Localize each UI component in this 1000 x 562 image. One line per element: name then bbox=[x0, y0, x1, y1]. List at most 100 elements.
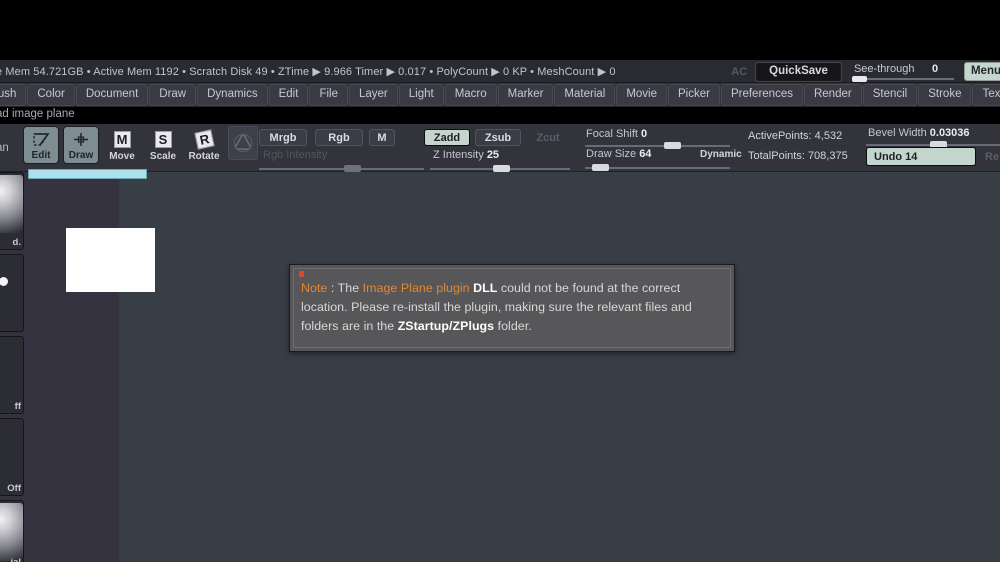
z-intensity-knob[interactable] bbox=[493, 165, 510, 172]
menu-item-rush[interactable]: rush bbox=[0, 84, 26, 106]
active-points-stat: ActivePoints: 4,532 bbox=[748, 130, 842, 142]
texture-sphere-thumbnail bbox=[0, 503, 23, 561]
focal-shift-track[interactable] bbox=[585, 145, 730, 147]
scale-glyph-letter: S bbox=[155, 131, 172, 148]
m-button[interactable]: M bbox=[369, 129, 395, 146]
menu-item-edit[interactable]: Edit bbox=[269, 84, 309, 106]
note-marker-icon bbox=[299, 271, 304, 277]
color-dot-icon bbox=[0, 277, 8, 286]
main-menu-bar: rushColorDocumentDrawDynamicsEditFileLay… bbox=[0, 83, 1000, 107]
menu-item-texture[interactable]: Texture bbox=[972, 84, 1000, 106]
draw-size-label-text: Draw Size bbox=[586, 148, 636, 160]
note-dialog[interactable]: Note : The Image Plane plugin DLL could … bbox=[289, 264, 735, 352]
rgb-button[interactable]: Rgb bbox=[315, 129, 363, 146]
rgb-intensity-knob[interactable] bbox=[344, 165, 361, 172]
note-segment-5: DLL bbox=[473, 281, 497, 295]
note-dialog-message: Note : The Image Plane plugin DLL could … bbox=[301, 279, 720, 336]
scale-icon: S bbox=[145, 128, 181, 150]
tooltip-status-text: ad image plane bbox=[0, 108, 75, 120]
menu-item-movie[interactable]: Movie bbox=[616, 84, 667, 106]
scale-mode-button[interactable]: S Scale bbox=[145, 126, 181, 164]
rail-slot-stroke[interactable]: Off bbox=[0, 418, 24, 496]
draw-mode-button[interactable]: Draw bbox=[63, 126, 99, 164]
edit-mode-button[interactable]: Edit bbox=[23, 126, 59, 164]
rail-slot-texture[interactable]: ial bbox=[0, 500, 24, 562]
menu-item-document[interactable]: Document bbox=[76, 84, 148, 106]
zadd-button[interactable]: Zadd bbox=[424, 129, 470, 146]
active-points-value: 4,532 bbox=[815, 130, 843, 142]
progress-bar bbox=[28, 169, 147, 179]
see-through-value: 0 bbox=[932, 63, 938, 75]
rail-slot-color[interactable] bbox=[0, 254, 24, 332]
menu-item-stencil[interactable]: Stencil bbox=[863, 84, 918, 106]
note-segment-3: Image Plane plugin bbox=[363, 281, 470, 295]
move-mode-label: Move bbox=[104, 151, 140, 162]
move-mode-button[interactable]: M Move bbox=[104, 126, 140, 164]
menu-item-draw[interactable]: Draw bbox=[149, 84, 196, 106]
top-letterbox bbox=[0, 0, 1000, 60]
menu-item-macro[interactable]: Macro bbox=[445, 84, 497, 106]
dynamic-label[interactable]: Dynamic bbox=[700, 149, 742, 160]
left-palette-rail: d. ff Off ial bbox=[0, 172, 26, 562]
menu-item-picker[interactable]: Picker bbox=[668, 84, 720, 106]
zcut-button[interactable]: Zcut bbox=[527, 129, 569, 146]
see-through-slider[interactable]: See-through 0 bbox=[850, 62, 956, 82]
rail-slot-material[interactable]: d. bbox=[0, 172, 24, 250]
rotate-mode-button[interactable]: R Rotate bbox=[186, 126, 222, 164]
mrgb-button[interactable]: Mrgb bbox=[259, 129, 307, 146]
menu-item-stroke[interactable]: Stroke bbox=[918, 84, 971, 106]
toolbar-left-label: an bbox=[0, 142, 9, 154]
material-sphere-thumbnail bbox=[0, 175, 23, 233]
rail-label-0: d. bbox=[13, 237, 21, 248]
document-preview-rect[interactable] bbox=[66, 228, 155, 292]
move-glyph-letter: M bbox=[114, 131, 131, 148]
rail-slot-stencil[interactable]: ff bbox=[0, 336, 24, 414]
menu-item-light[interactable]: Light bbox=[399, 84, 444, 106]
scale-mode-label: Scale bbox=[145, 151, 181, 162]
menu-button[interactable]: Menu bbox=[964, 62, 1000, 81]
focal-shift-label: Focal Shift 0 bbox=[586, 128, 647, 140]
menu-item-layer[interactable]: Layer bbox=[349, 84, 398, 106]
menu-item-material[interactable]: Material bbox=[554, 84, 615, 106]
bevel-width-label: Bevel Width 0.03036 bbox=[868, 127, 970, 139]
draw-size-knob[interactable] bbox=[592, 164, 609, 171]
undo-button[interactable]: Undo 14 bbox=[866, 147, 976, 166]
rotate-glyph-letter: R bbox=[194, 129, 214, 149]
z-intensity-value: 25 bbox=[487, 149, 499, 161]
quicksave-button[interactable]: QuickSave bbox=[755, 62, 842, 82]
redo-button[interactable]: Re bbox=[984, 147, 1000, 166]
total-points-stat: TotalPoints: 708,375 bbox=[748, 150, 848, 162]
rounded-triangle-icon bbox=[231, 131, 255, 155]
focal-shift-label-text: Focal Shift bbox=[586, 128, 638, 140]
rotate-mode-label: Rotate bbox=[186, 151, 222, 162]
see-through-label: See-through bbox=[854, 63, 915, 75]
status-bar-right-group: AC QuickSave See-through 0 Menu bbox=[731, 60, 1000, 83]
menu-item-preferences[interactable]: Preferences bbox=[721, 84, 803, 106]
ac-label: AC bbox=[731, 66, 747, 78]
zsub-button[interactable]: Zsub bbox=[475, 129, 521, 146]
rail-label-3: Off bbox=[7, 483, 21, 494]
material-preview-icon[interactable] bbox=[228, 126, 258, 160]
note-segment-7: ZStartup/ZPlugs bbox=[398, 319, 494, 333]
bevel-width-value: 0.03036 bbox=[930, 127, 970, 139]
note-segment-1: : bbox=[327, 281, 337, 295]
see-through-knob[interactable] bbox=[852, 76, 867, 82]
note-segment-0: Note bbox=[301, 281, 327, 295]
rgb-intensity-track[interactable] bbox=[259, 168, 424, 170]
menu-item-color[interactable]: Color bbox=[27, 84, 74, 106]
edit-icon bbox=[24, 129, 58, 151]
note-segment-8: folder. bbox=[494, 319, 532, 333]
menu-item-marker[interactable]: Marker bbox=[498, 84, 554, 106]
status-bar: e Mem 54.721GB • Active Mem 1192 • Scrat… bbox=[0, 60, 1000, 83]
draw-size-value: 64 bbox=[639, 148, 651, 160]
menu-item-render[interactable]: Render bbox=[804, 84, 862, 106]
menu-item-file[interactable]: File bbox=[309, 84, 348, 106]
focal-shift-knob[interactable] bbox=[664, 142, 681, 149]
rgb-intensity-label: Rgb Intensity bbox=[263, 149, 327, 161]
menu-item-dynamics[interactable]: Dynamics bbox=[197, 84, 267, 106]
focal-shift-value: 0 bbox=[641, 128, 647, 140]
total-points-label: TotalPoints: bbox=[748, 150, 805, 162]
draw-icon bbox=[64, 129, 98, 151]
rail-label-4: ial bbox=[10, 557, 21, 562]
document-canvas[interactable] bbox=[119, 172, 1000, 562]
